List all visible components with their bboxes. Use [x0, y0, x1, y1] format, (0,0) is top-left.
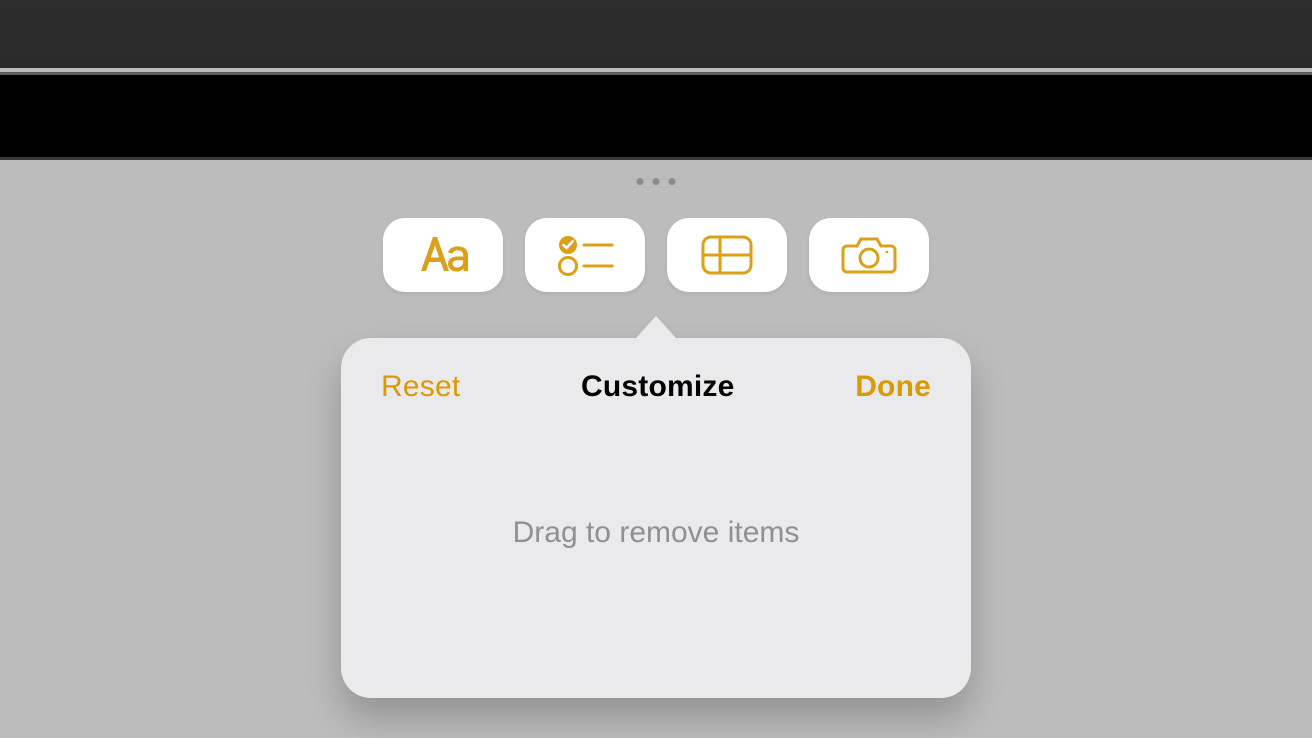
stage: Reset Customize Done Drag to remove item… [0, 0, 1312, 738]
table-button[interactable] [667, 218, 787, 292]
device-bezel-band [0, 72, 1312, 160]
popover-header: Reset Customize Done [381, 370, 931, 404]
popover-hint: Drag to remove items [381, 516, 931, 550]
device-bezel-top [0, 0, 1312, 68]
text-format-button[interactable] [383, 218, 503, 292]
camera-button[interactable] [809, 218, 929, 292]
grip-handle[interactable] [637, 178, 676, 185]
popover-panel: Reset Customize Done Drag to remove item… [341, 338, 971, 698]
checklist-icon [554, 233, 616, 277]
grip-dot [637, 178, 644, 185]
table-icon [699, 233, 755, 277]
text-format-icon [413, 233, 473, 277]
done-button[interactable]: Done [855, 370, 931, 403]
customize-popover: Reset Customize Done Drag to remove item… [341, 316, 971, 698]
checklist-button[interactable] [525, 218, 645, 292]
toolbar [383, 218, 929, 292]
grip-dot [669, 178, 676, 185]
popover-title: Customize [581, 370, 735, 403]
camera-icon [839, 233, 899, 277]
popover-arrow [634, 316, 678, 340]
grip-dot [653, 178, 660, 185]
reset-button[interactable]: Reset [381, 370, 460, 403]
